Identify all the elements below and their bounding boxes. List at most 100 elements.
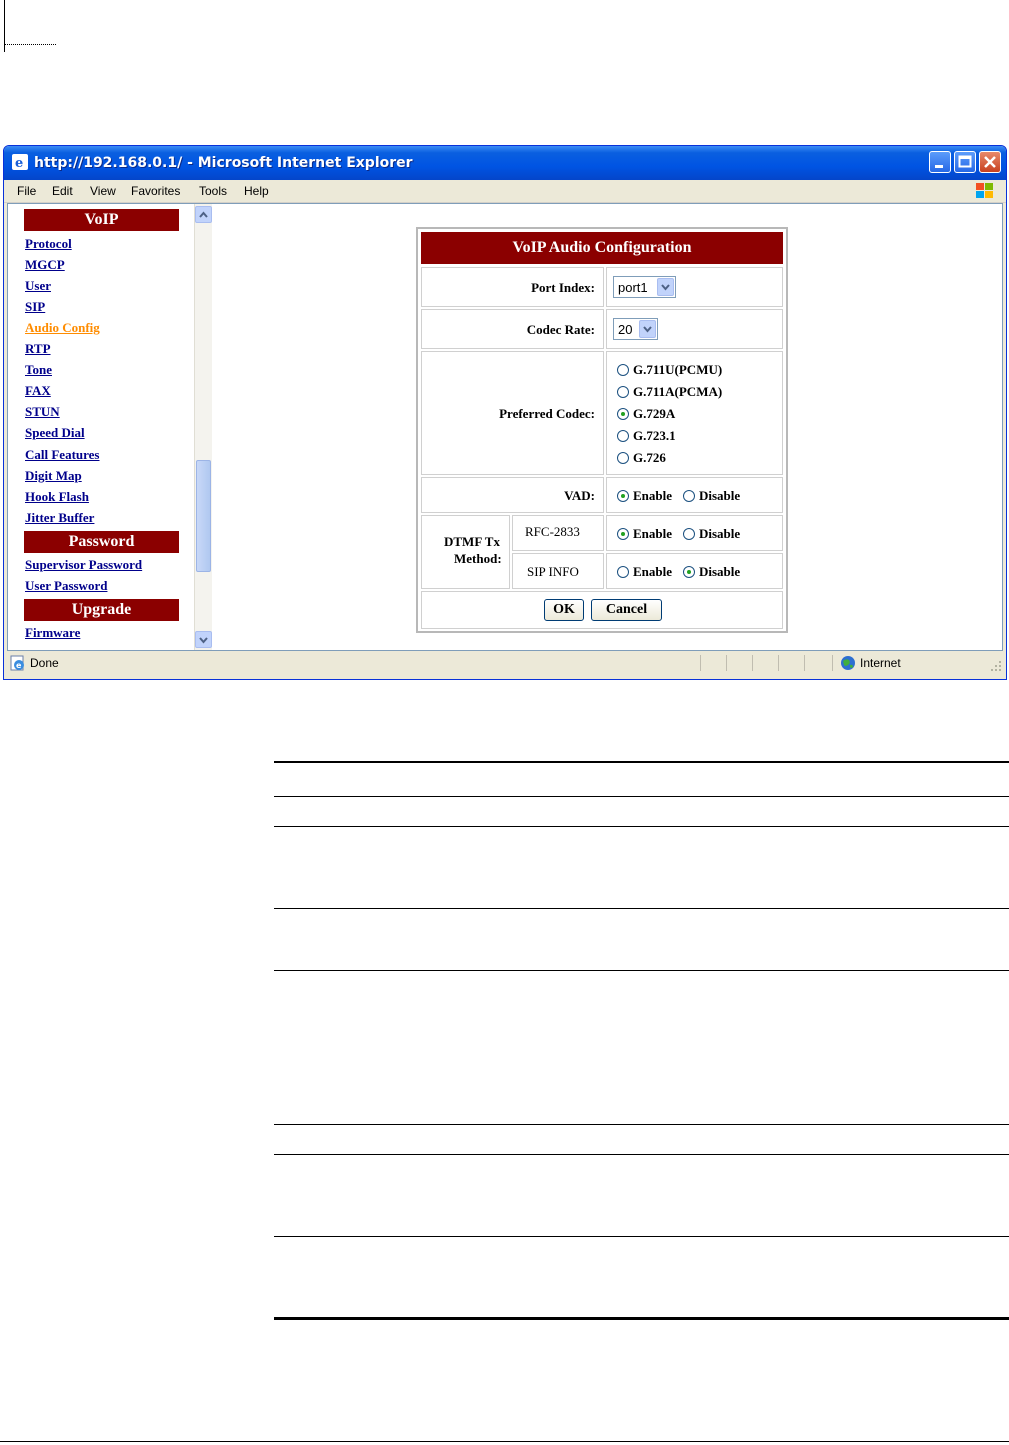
globe-icon	[841, 656, 855, 670]
codec-label-g711a: G.711A(PCMA)	[633, 384, 723, 399]
windows-logo-icon	[976, 183, 993, 198]
rfc2833-label-cell: RFC-2833	[512, 515, 604, 551]
page-corner-mark	[4, 0, 56, 52]
preferred-codec-options-cell: G.711U(PCMU) G.711A(PCMA) G.729A G.723.1…	[606, 351, 783, 475]
menu-edit[interactable]: Edit	[52, 184, 73, 198]
codec-rate-label: Codec Rate:	[526, 322, 595, 337]
port-index-select[interactable]: port1	[613, 276, 676, 298]
table-row-rule	[274, 1124, 1009, 1125]
status-divider	[832, 655, 833, 671]
table-row-rule	[274, 826, 1009, 827]
maximize-icon	[958, 155, 972, 168]
preferred-codec-label-cell: Preferred Codec:	[421, 351, 604, 475]
nav-link-tone[interactable]: Tone	[25, 362, 52, 378]
nav-link-rtp[interactable]: RTP	[25, 341, 51, 357]
sipinfo-disable-label: Disable	[699, 564, 741, 579]
sipinfo-enable-radio[interactable]	[617, 566, 629, 578]
codec-radio-g7231[interactable]	[617, 430, 629, 442]
status-bar: e Done Internet	[4, 652, 1006, 674]
nav-link-stun[interactable]: STUN	[25, 404, 60, 420]
nav-link-call-features[interactable]: Call Features	[25, 447, 100, 463]
title-bar[interactable]: e http://192.168.0.1/ - Microsoft Intern…	[4, 146, 1006, 180]
sipinfo-options-cell: Enable Disable	[606, 553, 783, 589]
actions-cell: OK Cancel	[421, 591, 783, 629]
cancel-button[interactable]: Cancel	[591, 599, 662, 621]
rfc2833-disable-label: Disable	[699, 526, 741, 541]
menu-favorites[interactable]: Favorites	[131, 184, 180, 198]
vad-options-cell: Enable Disable	[606, 477, 783, 513]
status-divider	[804, 655, 805, 671]
page-content: VoIP Protocol MGCP User SIP Audio Config…	[7, 203, 1003, 651]
minimize-button[interactable]	[929, 151, 951, 173]
codec-label-g7231: G.723.1	[633, 428, 676, 443]
codec-rate-value: 20	[618, 322, 633, 337]
table-row-rule	[274, 1236, 1009, 1237]
nav-scrollbar[interactable]	[194, 204, 212, 650]
menu-tools[interactable]: Tools	[199, 184, 227, 198]
maximize-button[interactable]	[954, 151, 976, 173]
chevron-up-icon	[199, 211, 208, 218]
dtmf-label-line1: DTMF Tx	[444, 534, 500, 549]
svg-text:e: e	[15, 156, 23, 170]
nav-link-digit-map[interactable]: Digit Map	[25, 468, 82, 484]
menu-file[interactable]: File	[17, 184, 36, 198]
nav-link-fax[interactable]: FAX	[25, 383, 51, 399]
codec-radio-g729a[interactable]	[617, 408, 629, 420]
table-row-rule	[274, 796, 1009, 797]
sipinfo-label: SIP INFO	[527, 564, 579, 579]
rfc2833-enable-radio[interactable]	[617, 528, 629, 540]
scroll-thumb[interactable]	[196, 460, 211, 572]
nav-link-jitter-buffer[interactable]: Jitter Buffer	[25, 510, 94, 526]
svg-text:e: e	[16, 661, 22, 670]
codec-radio-g726[interactable]	[617, 452, 629, 464]
page-footer-rule	[0, 1441, 1009, 1442]
nav-link-speed-dial[interactable]: Speed Dial	[25, 425, 85, 441]
minimize-icon	[935, 165, 943, 168]
table-row-rule	[274, 970, 1009, 971]
table-row-rule	[274, 908, 1009, 909]
rfc2833-label: RFC-2833	[525, 524, 580, 539]
nav-header-voip: VoIP	[24, 209, 179, 231]
vad-enable-radio[interactable]	[617, 490, 629, 502]
port-index-value-cell: port1	[606, 267, 783, 307]
nav-header-password: Password	[24, 531, 179, 553]
close-button[interactable]	[979, 151, 1001, 173]
ok-button[interactable]: OK	[544, 599, 584, 621]
codec-label-g729a: G.729A	[633, 406, 676, 421]
nav-link-sip[interactable]: SIP	[25, 299, 45, 315]
scroll-up-button[interactable]	[195, 206, 212, 223]
status-divider	[752, 655, 753, 671]
security-zone-text: Internet	[860, 656, 901, 670]
rfc2833-enable-label: Enable	[633, 526, 673, 541]
rfc2833-disable-radio[interactable]	[683, 528, 695, 540]
nav-link-supervisor-password[interactable]: Supervisor Password	[25, 557, 142, 573]
resize-grip-icon[interactable]	[990, 660, 1002, 672]
table-top-rule	[274, 761, 1009, 763]
nav-link-audio-config[interactable]: Audio Config	[25, 320, 100, 336]
vad-disable-radio[interactable]	[683, 490, 695, 502]
nav-link-user-password[interactable]: User Password	[25, 578, 107, 594]
sipinfo-disable-radio[interactable]	[683, 566, 695, 578]
nav-link-protocol[interactable]: Protocol	[25, 236, 72, 252]
rfc2833-options-cell: Enable Disable	[606, 515, 783, 551]
vad-label: VAD:	[564, 488, 595, 503]
menu-view[interactable]: View	[90, 184, 116, 198]
codec-rate-select[interactable]: 20	[613, 318, 658, 340]
nav-link-mgcp[interactable]: MGCP	[25, 257, 65, 273]
vad-enable-label: Enable	[633, 488, 673, 503]
nav-link-hook-flash[interactable]: Hook Flash	[25, 489, 89, 505]
codec-radio-g711a[interactable]	[617, 386, 629, 398]
page-done-icon: e	[10, 655, 24, 671]
nav-header-upgrade: Upgrade	[24, 599, 179, 621]
scroll-down-button[interactable]	[195, 631, 212, 648]
panel-title: VoIP Audio Configuration	[421, 232, 783, 264]
left-nav-frame: VoIP Protocol MGCP User SIP Audio Config…	[8, 204, 214, 650]
codec-radio-g711u[interactable]	[617, 364, 629, 376]
menu-help[interactable]: Help	[244, 184, 269, 198]
codec-rate-value-cell: 20	[606, 309, 783, 349]
nav-link-firmware[interactable]: Firmware	[25, 625, 80, 641]
nav-link-user[interactable]: User	[25, 278, 51, 294]
status-divider	[778, 655, 779, 671]
corner-dotted-line	[4, 44, 56, 45]
chevron-down-icon	[199, 637, 208, 644]
